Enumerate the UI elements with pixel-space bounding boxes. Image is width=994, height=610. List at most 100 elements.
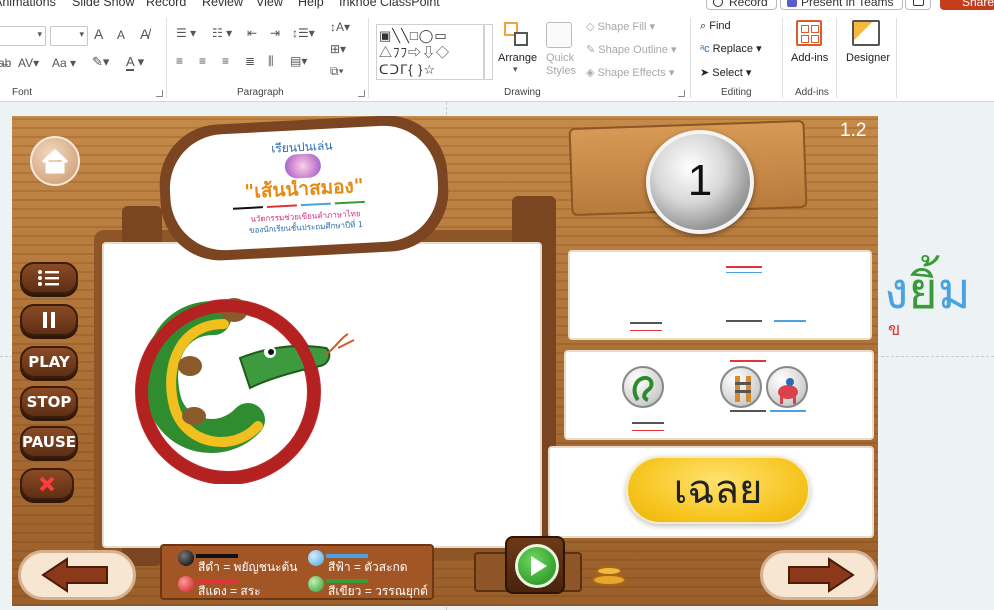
- slide-canvas[interactable]: เฉลย เรียนปนเล่น "เส้นนำสมอง" นวัตกรรมช่…: [12, 116, 878, 606]
- record-button-label: Record: [729, 0, 768, 9]
- present-in-teams-button[interactable]: Present in Teams: [780, 0, 903, 10]
- menu-button[interactable]: [20, 262, 78, 294]
- green-ball-icon: [308, 576, 324, 592]
- divider: [690, 18, 691, 98]
- justify-icon[interactable]: ≣: [245, 54, 255, 68]
- pause-button[interactable]: PAUSE: [20, 426, 78, 458]
- play-button[interactable]: PLAY: [20, 346, 78, 378]
- tab-inknoe-classpoint[interactable]: Inknoe ClassPoint: [339, 0, 440, 9]
- increase-font-size-button[interactable]: A: [94, 26, 103, 42]
- paragraph-dialog-launcher-icon[interactable]: [358, 90, 365, 97]
- ladder-card[interactable]: [720, 366, 762, 408]
- answer-button[interactable]: เฉลย: [626, 456, 810, 524]
- tab-help[interactable]: Help: [298, 0, 324, 9]
- arrange-button[interactable]: Arrange: [498, 52, 537, 64]
- slide-number-badge: 1.2: [840, 120, 867, 141]
- media-play-button[interactable]: [505, 536, 565, 594]
- answer-strip-1: [568, 250, 872, 340]
- add-ins-icon[interactable]: [796, 20, 822, 46]
- add-ins-button[interactable]: Add-ins: [791, 52, 828, 64]
- columns-icon[interactable]: ⫼: [268, 54, 274, 69]
- change-case-label: Aa: [52, 56, 67, 70]
- shape-outline-button[interactable]: ✎ Shape Outline ▾: [586, 43, 677, 56]
- quick-styles-icon[interactable]: [546, 22, 572, 48]
- tab-animations[interactable]: Animations: [0, 0, 56, 9]
- replace-icon: ᵃc: [700, 43, 710, 55]
- change-case-button[interactable]: Aa ▾: [52, 56, 76, 70]
- font-color-icon[interactable]: A ▾: [126, 54, 144, 71]
- divider: [836, 18, 837, 98]
- consonant-line: [632, 422, 664, 424]
- logo-board: เรียนปนเล่น "เส้นนำสมอง" นวัตกรรมช่วยเขี…: [167, 123, 441, 253]
- shapes-gallery[interactable]: ▣╲╲□◯▭ △ﾌﾌ⇨⇩◇ ᑕᑐᒥ{ }☆: [376, 24, 484, 80]
- counter-bubble: 1: [646, 130, 754, 234]
- horse-card[interactable]: [766, 366, 808, 408]
- align-text-icon[interactable]: ⊞▾: [330, 42, 346, 56]
- line-spacing-icon[interactable]: ↕☰▾: [292, 26, 315, 40]
- shape-fill-button[interactable]: ◇ Shape Fill ▾: [586, 20, 655, 33]
- share-label: Share: [962, 0, 994, 9]
- text-direction-icon[interactable]: ↕A▾: [330, 20, 350, 34]
- legend-line-green: [334, 200, 365, 205]
- divider: [896, 18, 897, 98]
- close-button[interactable]: [20, 468, 74, 500]
- vowel-line: [630, 330, 662, 331]
- pause-icon-button[interactable]: [20, 304, 78, 336]
- consonant-line: [730, 410, 766, 412]
- next-button[interactable]: [760, 550, 878, 600]
- clear-formatting-icon[interactable]: A̸: [140, 26, 149, 42]
- char-khor: ข: [888, 319, 901, 340]
- share-button[interactable]: Share: [940, 0, 994, 10]
- designer-button[interactable]: Designer: [846, 52, 890, 64]
- arrange-icon[interactable]: [504, 22, 530, 48]
- play-circle: [515, 544, 559, 588]
- coins-icon: [588, 560, 630, 590]
- font-name-dropdown[interactable]: ▾: [0, 26, 46, 46]
- play-icon: [531, 556, 547, 576]
- record-button[interactable]: Record: [706, 0, 777, 10]
- designer-icon[interactable]: [852, 20, 880, 46]
- text-shadow-icon[interactable]: a̶b: [0, 56, 11, 70]
- decrease-font-size-button[interactable]: A: [117, 28, 125, 42]
- bullets-icon[interactable]: ☰ ▾: [176, 26, 196, 40]
- columns-dropdown-icon[interactable]: ▤▾: [290, 54, 307, 68]
- font-dialog-launcher-icon[interactable]: [156, 90, 163, 97]
- replace-button[interactable]: ᵃc Replace ▾: [700, 42, 762, 55]
- align-left-icon[interactable]: ≡: [176, 54, 183, 68]
- tab-review[interactable]: Review: [202, 0, 243, 9]
- search-icon: ⌕: [700, 20, 707, 32]
- previous-button[interactable]: [18, 550, 136, 600]
- character-spacing-icon[interactable]: AV▾: [18, 56, 39, 70]
- tab-view[interactable]: View: [256, 0, 283, 9]
- shapes-gallery-scroll[interactable]: [484, 24, 493, 80]
- select-button[interactable]: ➤ Select ▾: [700, 66, 751, 79]
- tab-record[interactable]: Record: [146, 0, 186, 9]
- quick-styles-button[interactable]: Quick Styles: [546, 52, 576, 78]
- tab-slide-show[interactable]: Slide Show: [72, 0, 135, 9]
- shape-effects-button[interactable]: ◈ Shape Effects ▾: [586, 66, 674, 79]
- decrease-indent-icon[interactable]: ⇤: [247, 26, 257, 40]
- arrow-right-icon: [788, 557, 855, 593]
- shape-outline-label: Shape Outline: [598, 44, 668, 56]
- drawing-dialog-launcher-icon[interactable]: [678, 90, 685, 97]
- stop-button[interactable]: STOP: [20, 386, 78, 418]
- find-button[interactable]: ⌕ Find: [700, 20, 731, 33]
- snake-card[interactable]: [622, 366, 664, 408]
- teams-icon: [787, 0, 797, 7]
- align-right-icon[interactable]: ≡: [222, 54, 229, 68]
- comments-button[interactable]: [905, 0, 931, 10]
- align-center-icon[interactable]: ≡: [199, 54, 206, 68]
- present-in-teams-label: Present in Teams: [801, 0, 894, 9]
- increase-indent-icon[interactable]: ⇥: [270, 26, 280, 40]
- word-outside-slide[interactable]: งยิ้ม: [884, 262, 971, 320]
- select-label: Select: [712, 67, 743, 79]
- find-label: Find: [709, 20, 731, 32]
- font-size-dropdown[interactable]: ▾: [50, 26, 88, 46]
- final-line: [774, 320, 806, 322]
- home-button[interactable]: [30, 136, 80, 186]
- numbering-icon[interactable]: ☷ ▾: [212, 26, 232, 40]
- highlight-color-icon[interactable]: ✎▾: [92, 54, 109, 70]
- ladder-icon: [735, 376, 751, 402]
- convert-to-smartart-icon[interactable]: ⧉▾: [330, 64, 344, 79]
- divider: [782, 18, 783, 98]
